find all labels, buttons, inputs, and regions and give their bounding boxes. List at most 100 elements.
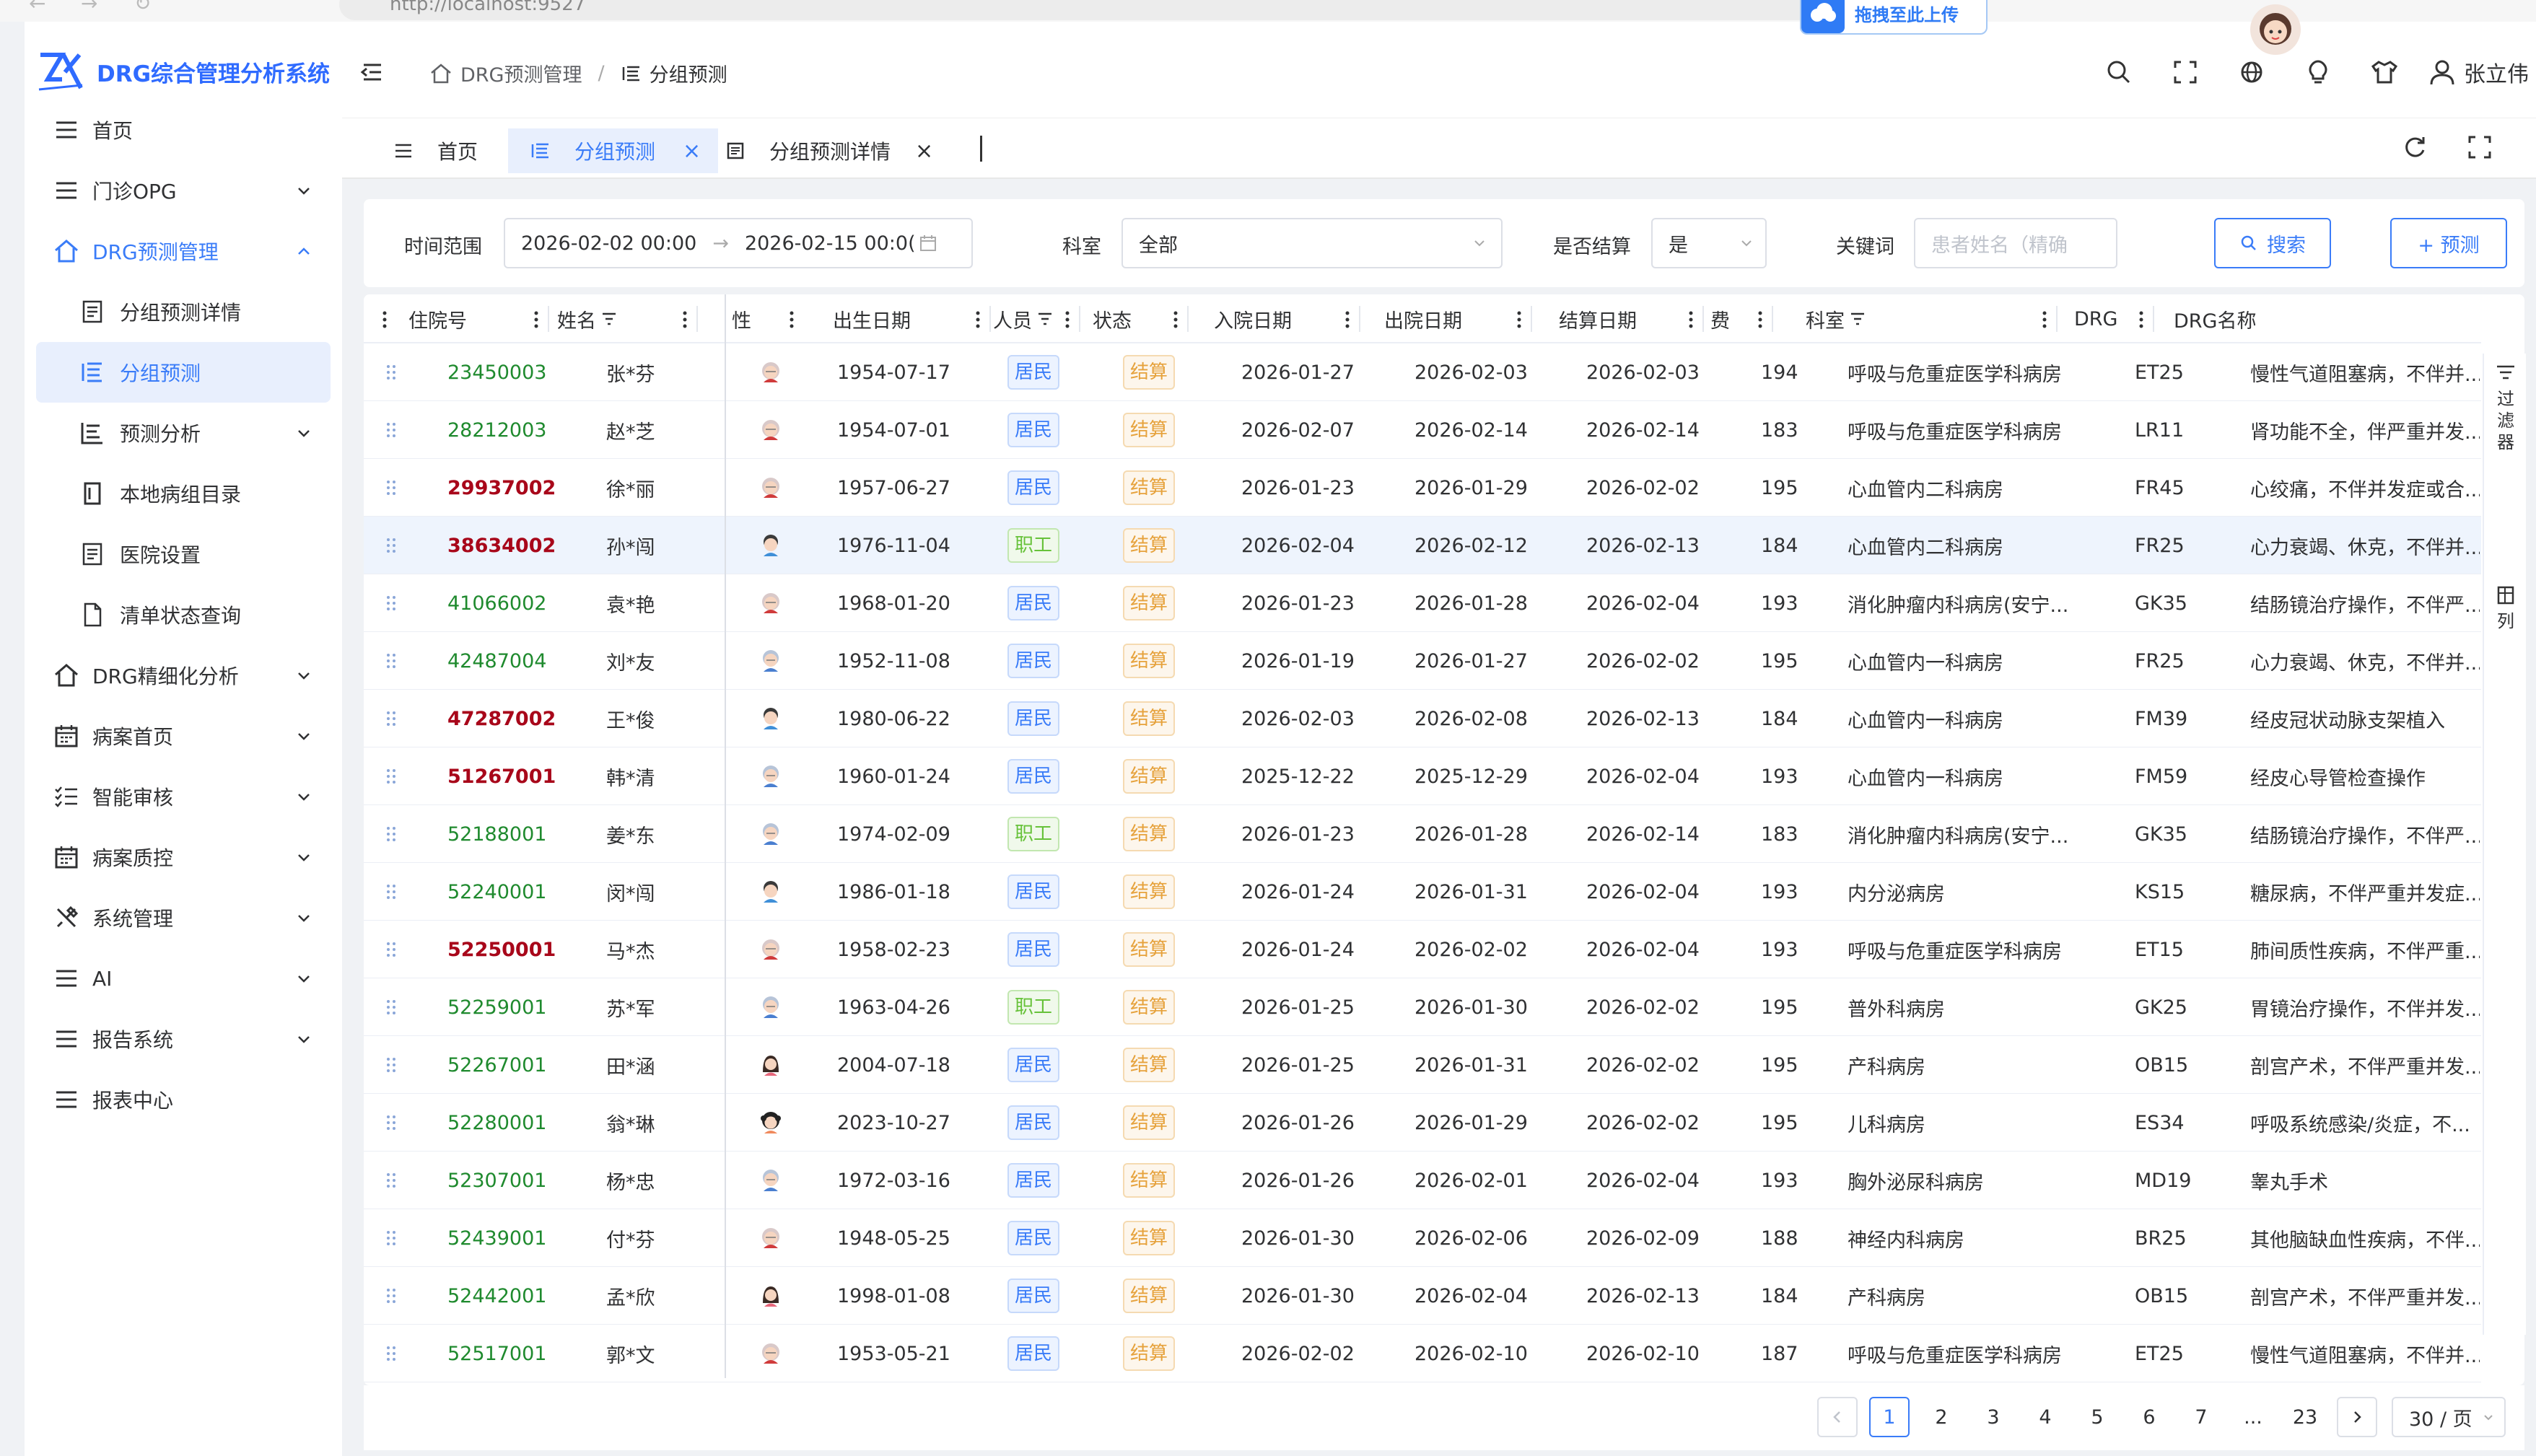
drag-handle[interactable] bbox=[384, 517, 407, 574]
page-button[interactable]: 3 bbox=[1973, 1397, 2014, 1437]
patient-id[interactable]: 51267001 bbox=[447, 747, 556, 805]
assistant-avatar[interactable] bbox=[2250, 4, 2301, 55]
column-header[interactable]: 住院号 bbox=[397, 294, 548, 343]
sidebar-item-11[interactable]: 智能审核 bbox=[25, 766, 342, 827]
shirt-icon[interactable] bbox=[2369, 56, 2400, 88]
predict-button[interactable]: + 预测 bbox=[2390, 218, 2507, 268]
chevron-down-icon[interactable] bbox=[294, 424, 313, 442]
table-row[interactable]: 52439001 付*芬 1948-05-25 居民 结算 2026-01-30 2026-… bbox=[364, 1209, 2481, 1267]
column-header[interactable]: 出生日期 bbox=[833, 294, 990, 343]
tab-home[interactable]: 首页 bbox=[371, 128, 499, 173]
patient-id[interactable]: 52240001 bbox=[447, 863, 556, 921]
drag-handle[interactable] bbox=[384, 574, 407, 632]
patient-id[interactable]: 52442001 bbox=[447, 1267, 556, 1325]
table-row[interactable]: 52188001 姜*东 1974-02-09 职工 结算 2026-01-23 2026-… bbox=[364, 805, 2481, 863]
table-row[interactable]: 41066002 袁*艳 1968-01-20 居民 结算 2026-01-23 2026-… bbox=[364, 574, 2481, 632]
column-header[interactable]: DRG名称 bbox=[2154, 294, 2481, 343]
table-row[interactable]: 52280001 翁*琳 2023-10-27 居民 结算 2026-01-26 2026-… bbox=[364, 1094, 2481, 1152]
table-row[interactable]: 52307001 杨*忠 1972-03-16 居民 结算 2026-01-26 2026-… bbox=[364, 1152, 2481, 1209]
column-menu-icon[interactable] bbox=[2041, 310, 2048, 329]
sidebar-item-4[interactable]: 分组预测 bbox=[36, 342, 331, 403]
drag-handle[interactable] bbox=[384, 1267, 407, 1325]
column-header[interactable]: 费 bbox=[1703, 294, 1772, 343]
chevron-down-icon[interactable] bbox=[294, 787, 313, 806]
end-date[interactable]: 2026-02-15 00:0( bbox=[745, 232, 918, 255]
table-row[interactable]: 23450003 张*芬 1954-07-17 居民 结算 2026-01-27 2026-… bbox=[364, 343, 2481, 401]
table-row[interactable]: 52240001 闵*闯 1986-01-18 居民 结算 2026-01-24 2026-… bbox=[364, 863, 2481, 921]
column-header[interactable]: DRG bbox=[2057, 294, 2154, 343]
chevron-down-icon[interactable] bbox=[294, 969, 313, 988]
table-row[interactable]: 52250001 马*杰 1958-02-23 居民 结算 2026-01-24 2026-… bbox=[364, 921, 2481, 978]
filter-icon[interactable] bbox=[1036, 311, 1054, 327]
table-row[interactable]: 51267001 韩*清 1960-01-24 居民 结算 2025-12-22 2025-… bbox=[364, 747, 2481, 805]
breadcrumb-item[interactable]: DRG预测管理 bbox=[460, 59, 582, 87]
next-page-button[interactable] bbox=[2337, 1397, 2377, 1437]
patient-id[interactable]: 23450003 bbox=[447, 343, 556, 401]
column-header[interactable]: 科室 bbox=[1772, 294, 2057, 343]
patient-id[interactable]: 28212003 bbox=[447, 401, 556, 459]
drag-handle[interactable] bbox=[384, 632, 407, 690]
table-row[interactable]: 52259001 苏*军 1963-04-26 职工 结算 2026-01-25 2026-… bbox=[364, 978, 2481, 1036]
patient-id[interactable]: 47287002 bbox=[447, 690, 556, 747]
page-ellipsis[interactable]: ... bbox=[2233, 1397, 2273, 1437]
lightbulb-icon[interactable] bbox=[2302, 56, 2334, 88]
column-menu-icon[interactable] bbox=[1516, 310, 1523, 329]
page-button[interactable]: 2 bbox=[1921, 1397, 1962, 1437]
column-header[interactable]: 性 bbox=[725, 294, 804, 343]
table-row[interactable]: 42487004 刘*友 1952-11-08 居民 结算 2026-01-19 2026-… bbox=[364, 632, 2481, 690]
drag-handle[interactable] bbox=[384, 459, 407, 517]
column-menu-icon[interactable] bbox=[2138, 310, 2145, 329]
drag-handle[interactable] bbox=[384, 805, 407, 863]
drag-handle[interactable] bbox=[384, 978, 407, 1036]
table-row[interactable]: 29937002 徐*丽 1957-06-27 居民 结算 2026-01-23 2026-… bbox=[364, 459, 2481, 517]
table-row[interactable]: 38634002 孙*闯 1976-11-04 职工 结算 2026-02-04 2026-… bbox=[364, 517, 2481, 574]
chevron-up-icon[interactable] bbox=[294, 242, 313, 260]
drag-handle[interactable] bbox=[384, 1094, 407, 1152]
column-menu-icon[interactable] bbox=[533, 310, 540, 329]
patient-id[interactable]: 29937002 bbox=[447, 459, 556, 517]
patient-id[interactable]: 52280001 bbox=[447, 1094, 556, 1152]
column-menu-icon[interactable] bbox=[1757, 310, 1764, 329]
app-logo[interactable]: DRG综合管理分析系统 bbox=[38, 51, 330, 92]
drag-handle[interactable] bbox=[384, 863, 407, 921]
patient-id[interactable]: 41066002 bbox=[447, 574, 556, 632]
column-header[interactable]: 状态 bbox=[1080, 294, 1188, 343]
column-menu-icon[interactable] bbox=[381, 310, 388, 329]
sidebar-item-1[interactable]: 门诊OPG bbox=[25, 160, 342, 221]
patient-id[interactable]: 52259001 bbox=[447, 978, 556, 1036]
page-button[interactable]: 4 bbox=[2025, 1397, 2065, 1437]
chevron-down-icon[interactable] bbox=[294, 908, 313, 927]
settled-select[interactable]: 是 bbox=[1651, 218, 1767, 268]
sidebar-item-12[interactable]: 病案质控 bbox=[25, 827, 342, 887]
keyword-input[interactable]: 患者姓名（精确 bbox=[1914, 218, 2117, 268]
drag-handle[interactable] bbox=[384, 1209, 407, 1267]
sidebar-item-0[interactable]: 首页 bbox=[25, 100, 342, 160]
filter-icon[interactable] bbox=[1849, 311, 1866, 327]
dept-select[interactable]: 全部 bbox=[1121, 218, 1503, 268]
sidebar-item-13[interactable]: 系统管理 bbox=[25, 887, 342, 948]
column-header[interactable]: 人员 bbox=[990, 294, 1080, 343]
table-row[interactable]: 52267001 田*涵 2004-07-18 居民 结算 2026-01-25 2026-… bbox=[364, 1036, 2481, 1094]
fullscreen-icon[interactable] bbox=[2169, 56, 2201, 88]
close-icon[interactable]: × bbox=[915, 139, 933, 164]
page-button[interactable]: 1 bbox=[1869, 1397, 1910, 1437]
column-header[interactable]: 出院日期 bbox=[1360, 294, 1531, 343]
forward-icon[interactable]: → bbox=[81, 0, 97, 15]
patient-id[interactable]: 52439001 bbox=[447, 1209, 556, 1267]
column-header[interactable]: 姓名 bbox=[548, 294, 697, 343]
filter-panel-toggle[interactable]: 过滤器 bbox=[2493, 362, 2519, 452]
chevron-down-icon[interactable] bbox=[294, 181, 313, 200]
start-date[interactable]: 2026-02-02 00:00 bbox=[521, 232, 696, 255]
table-row[interactable]: 47287002 王*俊 1980-06-22 居民 结算 2026-02-03 2026-… bbox=[364, 690, 2481, 747]
table-row[interactable]: 28212003 赵*芝 1954-07-01 居民 结算 2026-02-07 2026-… bbox=[364, 401, 2481, 459]
table-row[interactable]: 52442001 孟*欣 1998-01-08 居民 结算 2026-01-30 2026-… bbox=[364, 1267, 2481, 1325]
column-divider[interactable] bbox=[696, 306, 698, 332]
column-header[interactable]: 结算日期 bbox=[1531, 294, 1703, 343]
patient-id[interactable]: 52250001 bbox=[447, 921, 556, 978]
tab-group-prediction-detail[interactable]: 分组预测详情 × bbox=[725, 128, 955, 173]
page-button[interactable]: 23 bbox=[2285, 1397, 2325, 1437]
patient-id[interactable]: 52517001 bbox=[447, 1325, 556, 1382]
page-button[interactable]: 5 bbox=[2077, 1397, 2117, 1437]
sidebar-item-7[interactable]: 医院设置 bbox=[25, 524, 342, 584]
prev-page-button[interactable] bbox=[1817, 1397, 1858, 1437]
